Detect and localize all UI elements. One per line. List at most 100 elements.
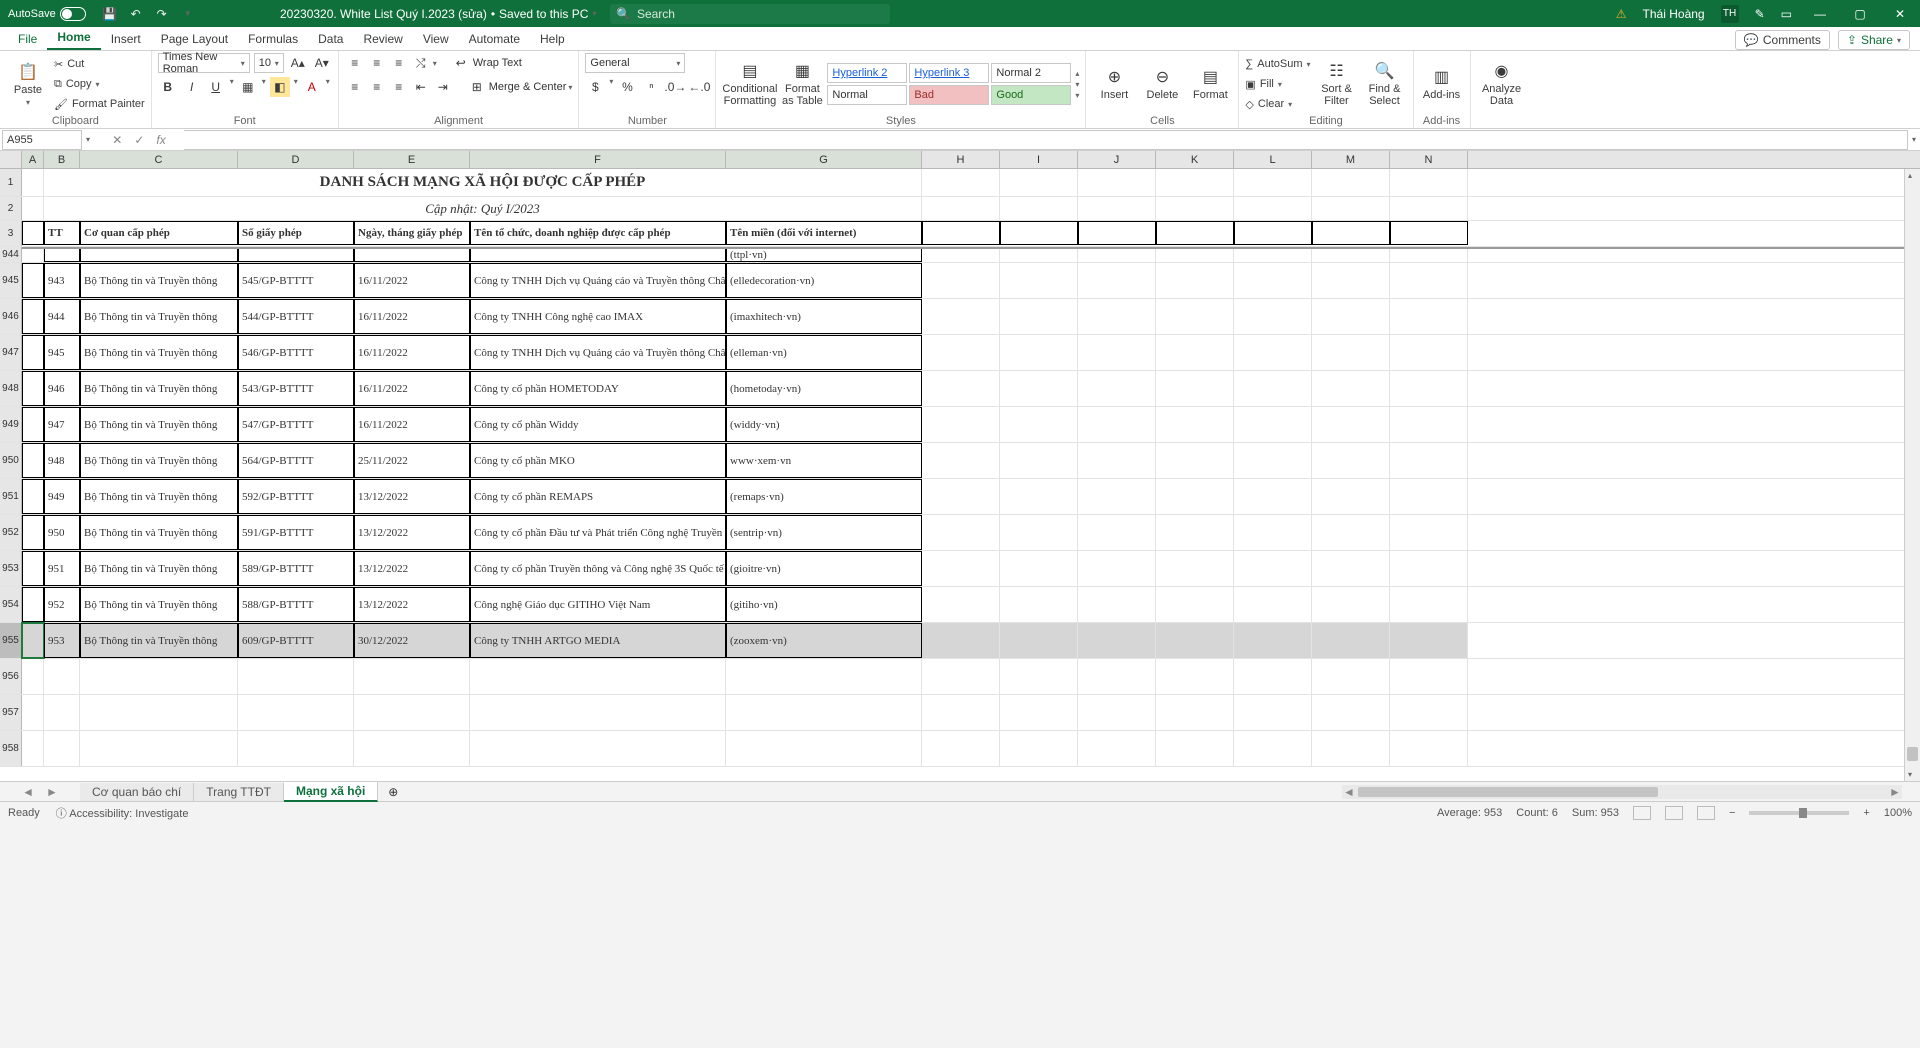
cell[interactable]: Bộ Thông tin và Truyền thông [80, 335, 238, 370]
row-header[interactable]: 947 [0, 335, 22, 370]
cell[interactable] [1156, 299, 1234, 334]
cell[interactable] [44, 659, 80, 694]
cell[interactable]: 591/GP-BTTTT [238, 515, 354, 550]
row-header[interactable]: 955 [0, 623, 22, 658]
cell[interactable] [1390, 221, 1468, 245]
cell[interactable]: Công ty cổ phần MKO [470, 443, 726, 478]
col-header-A[interactable]: A [22, 151, 44, 168]
zoom-slider[interactable] [1749, 811, 1849, 815]
increase-font-icon[interactable]: A▴ [288, 53, 308, 73]
cell[interactable]: (zooxem·vn) [726, 623, 922, 658]
cell[interactable] [22, 407, 44, 442]
cell[interactable]: 951 [44, 551, 80, 586]
merge-center-button[interactable]: Merge & Center [489, 81, 567, 93]
comments-button[interactable]: 💬Comments [1735, 30, 1830, 50]
horizontal-scrollbar[interactable]: ◄ ► [1342, 785, 1902, 799]
scroll-down-icon[interactable]: ▾ [1908, 770, 1912, 779]
row-header[interactable]: 950 [0, 443, 22, 478]
cell[interactable] [1078, 443, 1156, 478]
cell[interactable]: TT [44, 221, 80, 245]
cell[interactable]: 16/11/2022 [354, 335, 470, 370]
cell[interactable]: 544/GP-BTTTT [238, 299, 354, 334]
cell[interactable] [1000, 247, 1078, 262]
cell[interactable] [1312, 169, 1390, 196]
cell[interactable]: Bộ Thông tin và Truyền thông [80, 587, 238, 622]
col-header-H[interactable]: H [922, 151, 1000, 168]
scroll-right-icon[interactable]: ► [1888, 785, 1902, 799]
cell[interactable]: Cơ quan cấp phép [80, 221, 238, 245]
cell[interactable]: 547/GP-BTTTT [238, 407, 354, 442]
cell[interactable]: DANH SÁCH MẠNG XÃ HỘI ĐƯỢC CẤP PHÉP [44, 169, 922, 196]
cell[interactable] [1312, 695, 1390, 730]
border-button[interactable]: ▦ [238, 77, 258, 97]
cell[interactable]: (widdy·vn) [726, 407, 922, 442]
cell[interactable]: Công ty TNHH ARTGO MEDIA [470, 623, 726, 658]
decrease-font-icon[interactable]: A▾ [312, 53, 332, 73]
ribbon-mode-icon[interactable]: ✎ [1755, 7, 1765, 21]
user-name[interactable]: Thái Hoàng [1643, 7, 1705, 21]
align-left-icon[interactable]: ≡ [345, 77, 365, 97]
cell[interactable] [1312, 299, 1390, 334]
cell[interactable] [1156, 551, 1234, 586]
share-button[interactable]: ⇪Share▾ [1838, 30, 1910, 50]
cell[interactable] [1234, 371, 1312, 406]
scroll-left-icon[interactable]: ◄ [1342, 785, 1356, 799]
indent-inc-icon[interactable]: ⇥ [433, 77, 453, 97]
clear-button[interactable]: ◇Clear▾ [1245, 95, 1310, 113]
row-header[interactable]: 948 [0, 371, 22, 406]
cell[interactable] [1312, 263, 1390, 298]
cell[interactable] [22, 169, 44, 196]
scroll-up-icon[interactable]: ▴ [1908, 171, 1912, 180]
cell[interactable] [1312, 479, 1390, 514]
name-box[interactable]: A955 [2, 130, 82, 150]
cell[interactable] [1156, 587, 1234, 622]
cell[interactable] [44, 247, 80, 262]
zoom-level[interactable]: 100% [1884, 807, 1912, 819]
row-header[interactable]: 951 [0, 479, 22, 514]
cell[interactable] [922, 587, 1000, 622]
cell[interactable] [922, 407, 1000, 442]
cell[interactable] [1156, 731, 1234, 766]
scroll-thumb[interactable] [1907, 747, 1918, 761]
cell[interactable]: 589/GP-BTTTT [238, 551, 354, 586]
font-color-button[interactable]: A [302, 77, 322, 97]
cell[interactable]: Bộ Thông tin và Truyền thông [80, 263, 238, 298]
row-header[interactable]: 953 [0, 551, 22, 586]
accessibility-status[interactable]: ⓘ Accessibility: Investigate [56, 805, 189, 821]
cell[interactable] [922, 221, 1000, 245]
cell[interactable] [354, 731, 470, 766]
cell[interactable]: 592/GP-BTTTT [238, 479, 354, 514]
cell[interactable] [1000, 515, 1078, 550]
cell[interactable] [44, 731, 80, 766]
cell[interactable] [922, 169, 1000, 196]
row-header[interactable]: 956 [0, 659, 22, 694]
cell[interactable] [80, 659, 238, 694]
col-header-N[interactable]: N [1390, 151, 1468, 168]
sheet-prev-icon[interactable]: ◄ [22, 785, 34, 799]
cell[interactable] [1000, 371, 1078, 406]
cell[interactable] [1078, 221, 1156, 245]
cell[interactable] [1234, 335, 1312, 370]
cell[interactable] [1078, 659, 1156, 694]
maximize-button[interactable]: ▢ [1848, 7, 1872, 21]
row-header[interactable]: 957 [0, 695, 22, 730]
cell[interactable] [1078, 335, 1156, 370]
cell[interactable] [22, 731, 44, 766]
cell[interactable] [1234, 407, 1312, 442]
tab-home[interactable]: Home [47, 26, 100, 50]
cell[interactable] [1390, 407, 1468, 442]
cut-button[interactable]: ✂Cut [54, 55, 145, 73]
sheet-tab-3[interactable]: Mạng xã hội [284, 782, 378, 802]
cell[interactable] [22, 659, 44, 694]
cell[interactable] [1390, 551, 1468, 586]
align-right-icon[interactable]: ≡ [389, 77, 409, 97]
inc-decimal-icon[interactable]: .0→ [665, 77, 685, 97]
cell[interactable]: Bộ Thông tin và Truyền thông [80, 371, 238, 406]
fx-icon[interactable]: fx [156, 133, 165, 147]
cell[interactable] [470, 247, 726, 262]
cell[interactable] [922, 371, 1000, 406]
row-header[interactable]: 952 [0, 515, 22, 550]
row-header[interactable]: 949 [0, 407, 22, 442]
cell[interactable]: Cập nhật: Quý I/2023 [44, 197, 922, 220]
cell[interactable]: Số giấy phép [238, 221, 354, 245]
